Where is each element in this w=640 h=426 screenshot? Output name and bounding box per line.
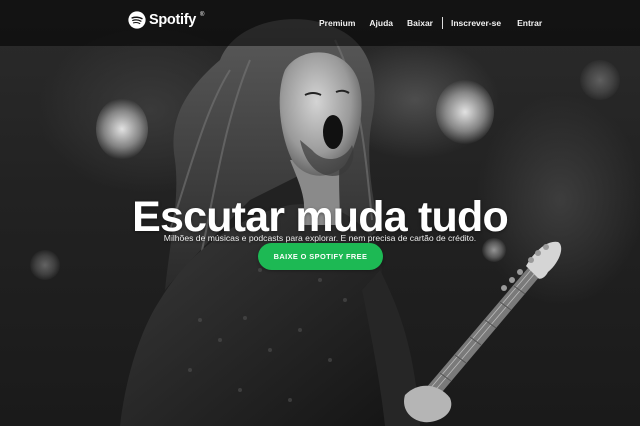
guitar — [404, 241, 562, 423]
nav-login-link[interactable]: Entrar — [517, 18, 542, 28]
nav-help-link[interactable]: Ajuda — [369, 18, 393, 28]
top-navigation-bar: Spotify ® Premium Ajuda Baixar Inscrever… — [0, 0, 640, 46]
nav-signup-link[interactable]: Inscrever-se — [451, 18, 501, 28]
spotify-logo-icon — [128, 11, 146, 29]
trademark-symbol: ® — [200, 12, 205, 18]
download-free-button[interactable]: BAIXE O SPOTIFY FREE — [258, 243, 383, 270]
spotify-wordmark: Spotify — [149, 12, 197, 28]
nav-premium-link[interactable]: Premium — [319, 18, 355, 28]
nav-divider — [442, 17, 443, 29]
main-nav: Premium Ajuda Baixar Inscrever-se Entrar — [319, 0, 542, 46]
nav-download-link[interactable]: Baixar — [407, 18, 433, 28]
spotify-logo-link[interactable]: Spotify ® — [128, 11, 204, 29]
hero-subtitle: Milhões de músicas e podcasts para explo… — [163, 232, 477, 243]
open-mouth — [323, 115, 343, 149]
